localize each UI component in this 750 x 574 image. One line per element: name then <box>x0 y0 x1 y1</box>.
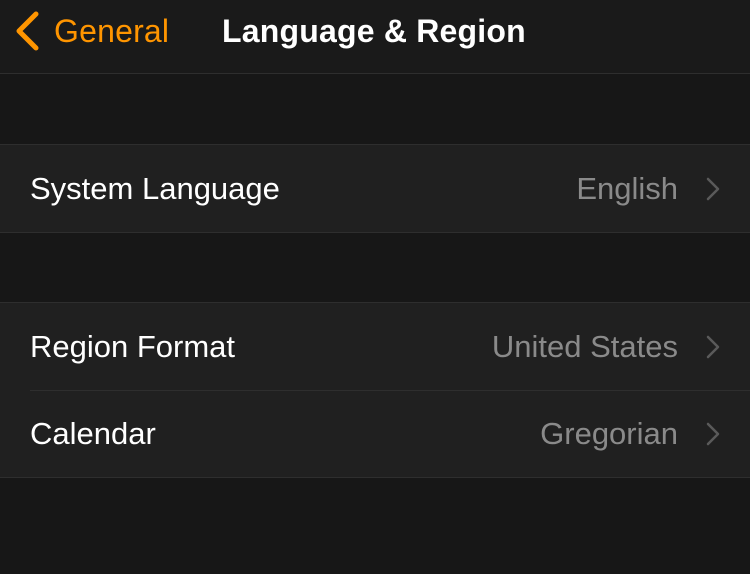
row-label: Calendar <box>30 415 156 451</box>
chevron-right-icon <box>706 422 720 445</box>
chevron-right-icon <box>706 335 720 358</box>
row-value: English <box>576 170 678 206</box>
navigation-bar: General Language & Region <box>0 0 750 74</box>
row-value: United States <box>491 328 678 364</box>
row-value: Gregorian <box>540 415 678 451</box>
back-button[interactable]: General <box>14 0 169 62</box>
chevron-right-icon <box>706 177 720 200</box>
back-button-label: General <box>54 12 170 49</box>
row-label: Region Format <box>30 328 236 364</box>
settings-group-region: Region Format United States Calendar Gre… <box>0 302 750 478</box>
page-title: Language & Region <box>222 12 526 49</box>
settings-group-language: System Language English <box>0 144 750 233</box>
chevron-left-icon <box>16 11 39 51</box>
row-label: System Language <box>30 170 280 206</box>
row-system-language[interactable]: System Language English <box>0 145 750 232</box>
row-region-format[interactable]: Region Format United States <box>0 303 750 390</box>
row-calendar[interactable]: Calendar Gregorian <box>0 390 750 477</box>
